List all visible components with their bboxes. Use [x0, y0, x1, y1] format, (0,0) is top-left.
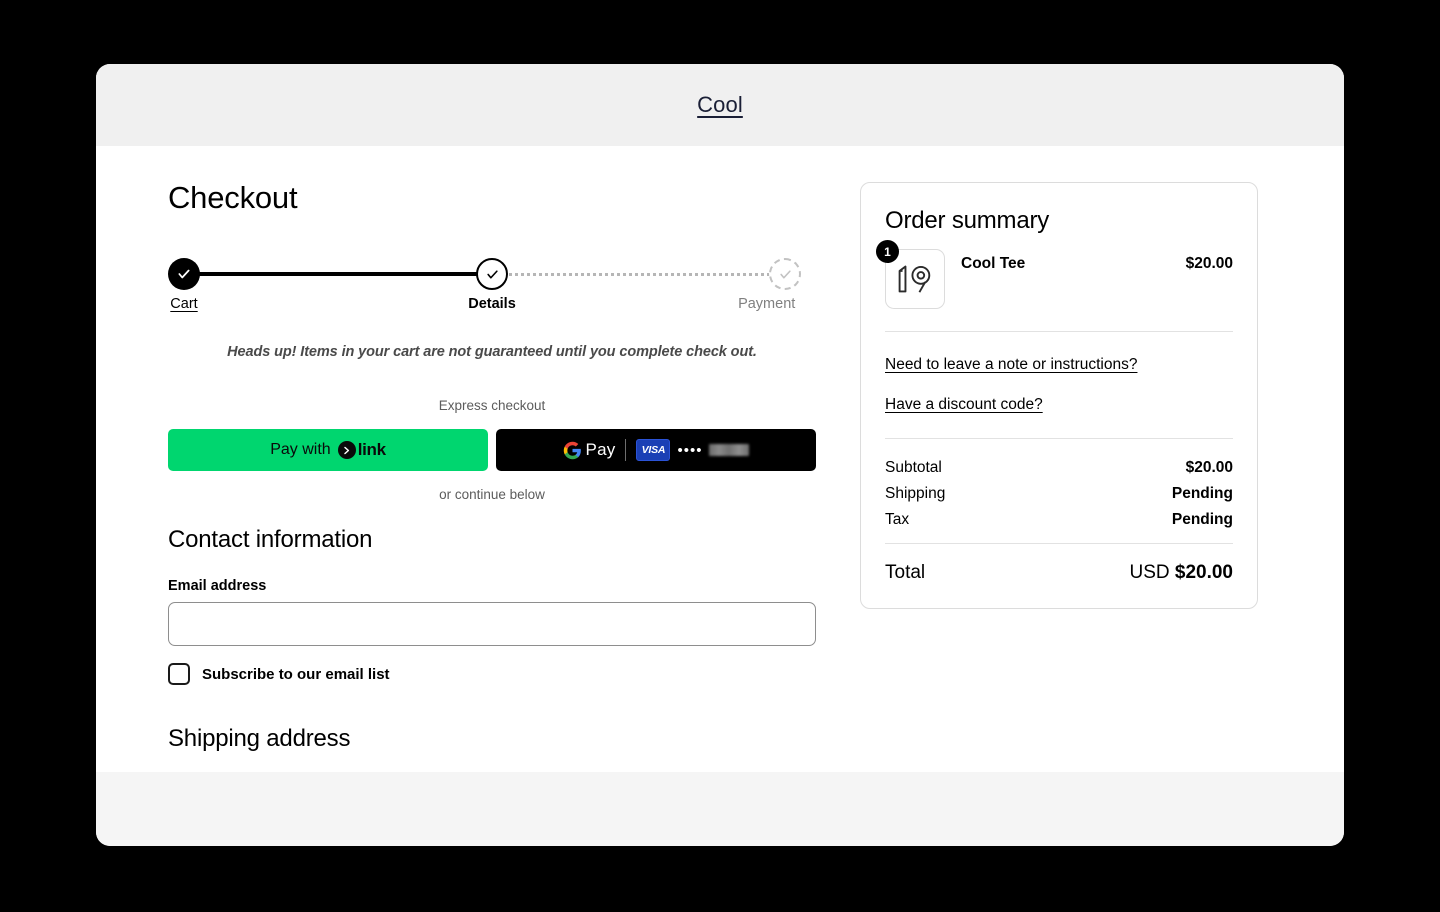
continue-below-label: or continue below [439, 487, 545, 502]
express-checkout-label: Express checkout [438, 398, 546, 413]
google-pay-button[interactable]: Pay VISA •••• [496, 429, 816, 471]
product-info: Cool Tee $20.00 [961, 249, 1233, 273]
check-icon [769, 258, 801, 290]
tax-value: Pending [1171, 511, 1233, 528]
product-price: $20.00 [1185, 255, 1233, 272]
checkout-main-column: Checkout Cart Details Payment Heads up! … [96, 146, 816, 753]
google-pay-label: Pay [585, 440, 616, 459]
pay-with-link-prefix: Pay with [270, 441, 331, 458]
grand-total-value: USD $20.00 [1129, 562, 1233, 584]
card-last4-redacted [709, 444, 750, 456]
grand-total-currency: USD [1129, 562, 1170, 583]
product-name: Cool Tee [961, 255, 1026, 272]
logo-19-glyph [898, 265, 931, 293]
check-icon [476, 258, 508, 290]
saved-card-chip: VISA •••• [636, 439, 750, 461]
visa-card-icon: VISA [636, 439, 671, 461]
checkout-footer [96, 772, 1344, 846]
visa-label: VISA [641, 444, 666, 456]
order-totals: Subtotal $20.00 Shipping Pending Tax Pen… [885, 438, 1233, 584]
subscribe-checkbox[interactable] [168, 663, 190, 685]
discount-code-link[interactable]: Have a discount code? [885, 396, 1233, 414]
total-row-tax: Tax Pending [885, 511, 1233, 529]
email-input[interactable] [168, 602, 816, 646]
order-summary-title: Order summary [885, 207, 1050, 234]
express-checkout-section: Express checkout Pay with link Pay VISA … [168, 398, 816, 502]
express-checkout-buttons: Pay with link Pay VISA •••• [168, 429, 816, 471]
stepper-label-details: Details [468, 296, 516, 312]
stepper-track-upcoming [492, 273, 800, 276]
grand-total-label: Total [885, 562, 926, 583]
pay-with-link-button[interactable]: Pay with link [168, 429, 488, 471]
link-chevron-icon [337, 441, 356, 459]
stepper-label-cart[interactable]: Cart [170, 296, 197, 312]
email-field-label: Email address [168, 578, 267, 594]
total-row-subtotal: Subtotal $20.00 [885, 459, 1233, 477]
checkout-stepper: Cart Details Payment [168, 254, 816, 312]
checkout-card: Cool Checkout Cart Details Payment Heads… [96, 64, 1344, 846]
total-row-shipping: Shipping Pending [885, 485, 1233, 503]
page-title: Checkout [168, 180, 298, 215]
subscribe-row[interactable]: Subscribe to our email list [168, 663, 816, 685]
grand-total-row: Total USD $20.00 [885, 543, 1233, 584]
contact-section-title: Contact information [168, 526, 373, 553]
quantity-badge: 1 [876, 240, 899, 263]
checkout-body: Checkout Cart Details Payment Heads up! … [96, 146, 1344, 772]
subtotal-value: $20.00 [1185, 459, 1233, 476]
cart-notice: Heads up! Items in your cart are not gua… [227, 344, 757, 360]
product-thumbnail-wrap: 1 [876, 240, 945, 309]
order-item-row: 1 Cool Tee $20.00 [876, 240, 1233, 332]
tax-label: Tax [885, 511, 910, 528]
order-note-link[interactable]: Need to leave a note or instructions? [885, 356, 1233, 374]
subscribe-label: Subscribe to our email list [202, 665, 390, 683]
link-brand-name: link [357, 440, 386, 459]
shipping-value: Pending [1171, 485, 1233, 502]
shipping-section-title: Shipping address [168, 725, 351, 752]
page-background: Cool Checkout Cart Details Payment Heads… [0, 0, 1440, 912]
grand-total-amount: $20.00 [1174, 562, 1233, 583]
shipping-label: Shipping [885, 485, 946, 502]
stepper-track-completed [184, 272, 492, 276]
contact-information-section: Contact information Email address Subscr… [168, 526, 816, 753]
store-header: Cool [96, 64, 1344, 146]
store-name-link[interactable]: Cool [697, 92, 743, 118]
google-g-icon [563, 441, 581, 459]
gpay-divider [625, 439, 627, 461]
subtotal-label: Subtotal [885, 459, 942, 476]
link-brand-mark: link [337, 440, 386, 460]
order-summary-card: Order summary 1 Cool Tee $20.00 Need to … [860, 182, 1258, 609]
stepper-label-payment: Payment [738, 296, 796, 312]
check-icon [168, 258, 200, 290]
google-pay-logo: Pay [563, 440, 616, 460]
card-mask-dots: •••• [677, 441, 703, 459]
